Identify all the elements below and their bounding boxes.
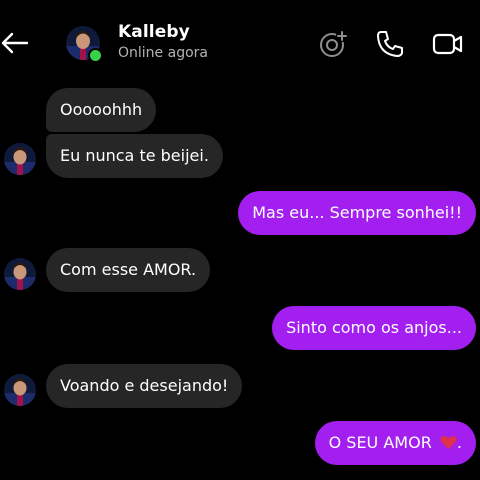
heart-icon: [440, 436, 457, 449]
sender-avatar[interactable]: [4, 143, 36, 175]
contact-name[interactable]: Kalleby: [118, 22, 190, 42]
video-camera-icon: [432, 33, 463, 55]
arrow-left-icon: [1, 32, 29, 54]
sender-avatar[interactable]: [4, 374, 36, 406]
voice-call-button[interactable]: [374, 28, 406, 60]
back-button[interactable]: [0, 28, 30, 58]
sender-avatar[interactable]: [4, 258, 36, 290]
message-text: O SEU AMOR: [328, 433, 432, 452]
sticker-effects-icon: [320, 30, 348, 57]
phone-icon: [377, 31, 403, 57]
incoming-message[interactable]: Com esse AMOR.: [46, 248, 211, 292]
incoming-message[interactable]: Voando e desejando!: [46, 364, 243, 408]
chat-header: Kalleby Online agora: [0, 0, 480, 86]
effects-button[interactable]: [318, 28, 350, 60]
online-status-dot: [88, 48, 103, 63]
outgoing-message[interactable]: Mas eu... Sempre sonhei!!: [238, 191, 476, 235]
video-call-button[interactable]: [432, 28, 464, 60]
outgoing-message[interactable]: O SEU AMOR .: [314, 421, 476, 465]
message-suffix: .: [456, 433, 462, 452]
incoming-message[interactable]: Eu nunca te beijei.: [46, 134, 223, 178]
incoming-message[interactable]: Ooooohhh: [46, 88, 157, 132]
contact-status: Online agora: [118, 45, 208, 61]
outgoing-message[interactable]: Sinto como os anjos...: [272, 306, 476, 350]
